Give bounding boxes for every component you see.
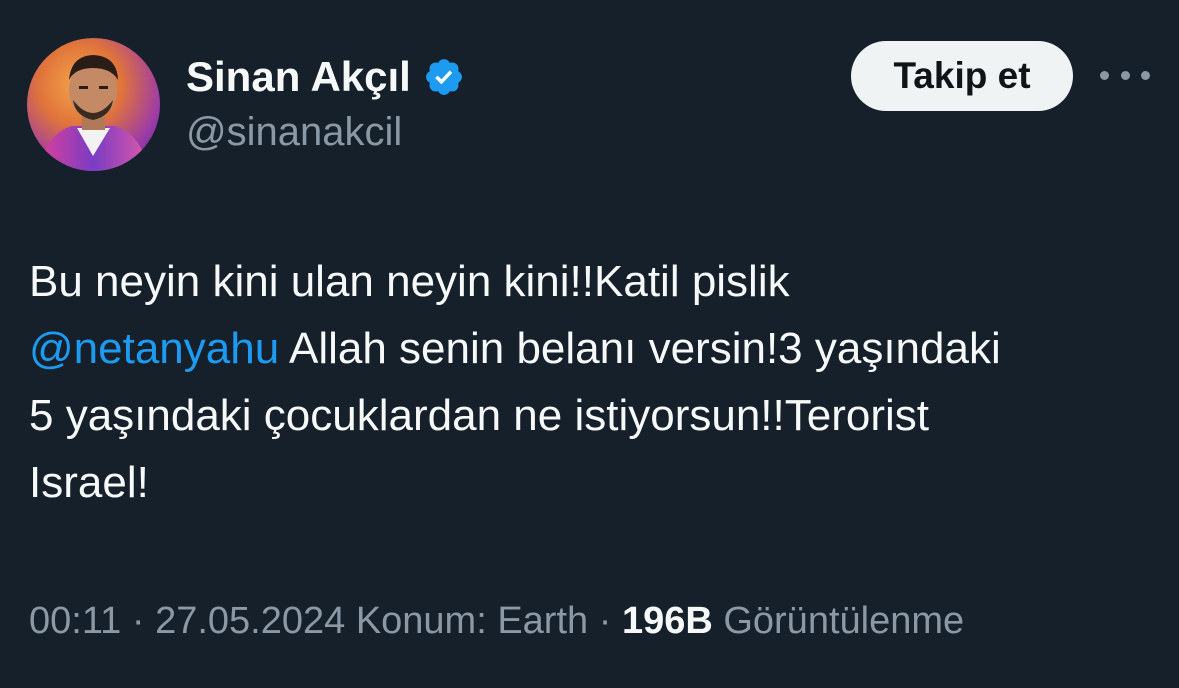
follow-button[interactable]: Takip et: [851, 41, 1073, 111]
tweet-card: Sinan Akçıl @sinanakcil Takip et Bu neyi…: [0, 0, 1179, 688]
tweet-text-line: @netanyahu Allah senin belanı versin!3 y…: [29, 315, 1159, 382]
author-name-row: Sinan Akçıl: [186, 52, 465, 102]
tweet-text-line: Israel!: [29, 458, 149, 507]
author-display-name[interactable]: Sinan Akçıl: [186, 53, 411, 101]
separator: ·: [588, 600, 622, 642]
tweet-text: Bu neyin kini ulan neyin kini!!Katil pis…: [29, 248, 1159, 516]
tweet-time[interactable]: 00:11: [29, 600, 121, 642]
avatar-portrait-icon: [37, 55, 150, 171]
dot: [1120, 70, 1130, 80]
verified-badge-icon[interactable]: [423, 56, 465, 98]
dot: [1141, 70, 1150, 80]
tweet-location: Konum: Earth: [355, 600, 589, 642]
dot: [1100, 70, 1109, 80]
tweet-date[interactable]: 27.05.2024: [155, 600, 345, 642]
views-count[interactable]: 196B: [622, 600, 713, 642]
views-label: Görüntülenme: [712, 600, 965, 642]
tweet-text-segment: Allah senin belanı versin!3 yaşındaki: [279, 324, 1001, 373]
avatar[interactable]: [27, 38, 160, 171]
tweet-text-line: Bu neyin kini ulan neyin kini!!Katil pis…: [29, 257, 790, 306]
author-handle[interactable]: @sinanakcil: [186, 110, 402, 155]
separator: ·: [121, 600, 156, 642]
tweet-text-line: 5 yaşındaki çocuklardan ne istiyorsun!!T…: [29, 391, 929, 440]
mention-link[interactable]: @netanyahu: [29, 324, 279, 373]
tweet-metadata: 00:11 · 27.05.2024 Konum: Earth · 196B G…: [29, 600, 964, 643]
more-options-icon[interactable]: [1100, 60, 1150, 90]
